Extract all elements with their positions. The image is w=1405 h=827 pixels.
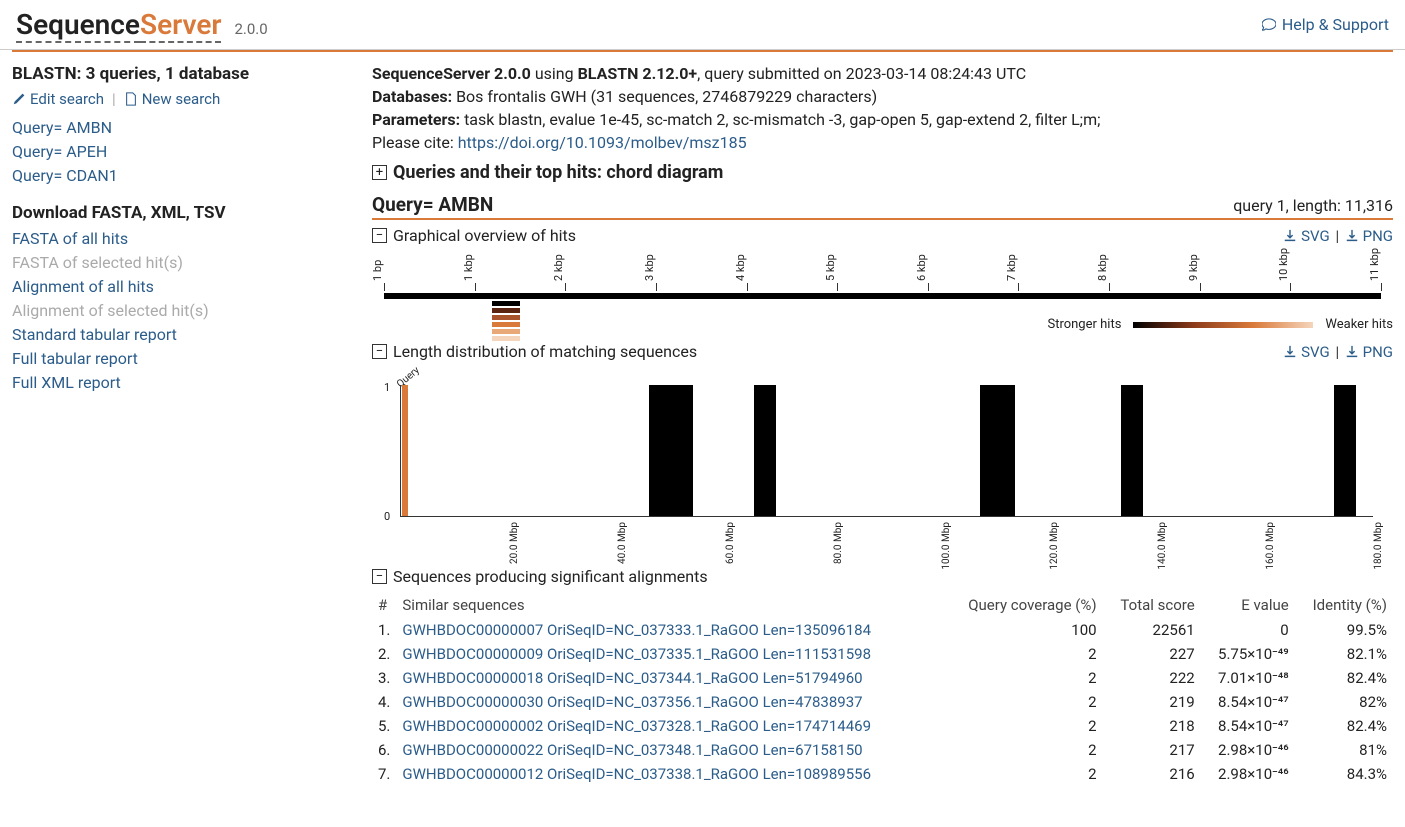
download-icon <box>1345 345 1359 359</box>
query-header: Query= AMBN query 1, length: 11,316 <box>372 193 1393 220</box>
hit-segment <box>492 322 520 327</box>
table-row: 6.GWHBDOC00000022 OriSeqID=NC_037348.1_R… <box>372 738 1393 762</box>
file-icon <box>124 92 138 106</box>
pencil-icon <box>12 92 26 106</box>
download-title: Download FASTA, XML, TSV <box>12 203 352 223</box>
hit-sequence-link[interactable]: GWHBDOC00000030 OriSeqID=NC_037356.1_RaG… <box>402 693 862 711</box>
main-container: BLASTN: 3 queries, 1 database Edit searc… <box>0 52 1405 786</box>
cite-link[interactable]: https://doi.org/10.1093/molbev/msz185 <box>458 133 747 152</box>
hit-segment <box>492 301 520 306</box>
help-support-label: Help & Support <box>1282 15 1389 34</box>
query-length-bar <box>402 385 408 516</box>
sidebar: BLASTN: 3 queries, 1 database Edit searc… <box>12 64 352 786</box>
hit-sequence-link[interactable]: GWHBDOC00000022 OriSeqID=NC_037348.1_RaG… <box>402 741 862 759</box>
graphical-download-links: SVG | PNG <box>1283 227 1393 245</box>
histogram-bar <box>649 385 671 516</box>
download-png-link[interactable]: PNG <box>1345 343 1393 361</box>
meta-databases: Databases: Bos frontalis GWH (31 sequenc… <box>372 87 1393 106</box>
meta-parameters: Parameters: task blastn, evalue 1e-45, s… <box>372 110 1393 129</box>
download-png-link[interactable]: PNG <box>1345 227 1393 245</box>
download-icon <box>1283 345 1297 359</box>
query-title: Query= AMBN <box>372 193 493 216</box>
collapse-icon[interactable]: − <box>372 228 387 243</box>
new-search-link[interactable]: New search <box>124 90 221 108</box>
hit-sequence-link[interactable]: GWHBDOC00000002 OriSeqID=NC_037328.1_RaG… <box>402 717 871 735</box>
download-link[interactable]: FASTA of all hits <box>12 229 352 248</box>
table-row: 2.GWHBDOC00000009 OriSeqID=NC_037335.1_R… <box>372 642 1393 666</box>
hit-sequence-link[interactable]: GWHBDOC00000007 OriSeqID=NC_037333.1_RaG… <box>402 621 871 639</box>
edit-search-link[interactable]: Edit search <box>12 90 104 108</box>
download-links: FASTA of all hits FASTA of selected hit(s… <box>12 229 352 392</box>
hit-segment <box>492 336 520 341</box>
download-svg-link[interactable]: SVG <box>1283 343 1329 361</box>
length-histogram: 1 0 Query 20.0 Mbp40.0 Mbp60.0 Mbp80.0 M… <box>372 367 1393 517</box>
download-link[interactable]: Alignment of all hits <box>12 277 352 296</box>
sidebar-title: BLASTN: 3 queries, 1 database <box>12 64 352 84</box>
hit-segment <box>492 308 520 313</box>
chord-section-header: + Queries and their top hits: chord diag… <box>372 162 1393 183</box>
query-link[interactable]: Query= CDAN1 <box>12 166 352 185</box>
download-svg-link[interactable]: SVG <box>1283 227 1329 245</box>
length-dist-download-links: SVG | PNG <box>1283 343 1393 361</box>
meta-cite: Please cite: https://doi.org/10.1093/mol… <box>372 133 1393 152</box>
download-link: Alignment of selected hit(s) <box>12 301 352 320</box>
download-link: FASTA of selected hit(s) <box>12 253 352 272</box>
logo-seq: Sequence <box>16 8 140 43</box>
graphical-overview-header: − Graphical overview of hits SVG | PNG <box>372 226 1393 245</box>
histogram-bar <box>1121 385 1143 516</box>
length-dist-header: − Length distribution of matching sequen… <box>372 342 1393 361</box>
histogram-plot: 20.0 Mbp40.0 Mbp60.0 Mbp80.0 Mbp100.0 Mb… <box>400 385 1373 517</box>
comment-icon <box>1262 18 1276 32</box>
histogram-bar <box>993 385 1015 516</box>
hit-sequence-link[interactable]: GWHBDOC00000012 OriSeqID=NC_037338.1_RaG… <box>402 765 871 783</box>
collapse-icon[interactable]: − <box>372 569 387 584</box>
table-row: 7.GWHBDOC00000012 OriSeqID=NC_037338.1_R… <box>372 762 1393 786</box>
hit-sequence-link[interactable]: GWHBDOC00000018 OriSeqID=NC_037344.1_RaG… <box>402 669 862 687</box>
histogram-bar <box>754 385 776 516</box>
table-row: 3.GWHBDOC00000018 OriSeqID=NC_037344.1_R… <box>372 666 1393 690</box>
query-bar <box>384 293 1381 299</box>
search-actions: Edit search | New search <box>12 90 352 108</box>
download-link[interactable]: Full XML report <box>12 373 352 392</box>
table-row: 5.GWHBDOC00000002 OriSeqID=NC_037328.1_R… <box>372 714 1393 738</box>
content: SequenceServer 2.0.0 using BLASTN 2.12.0… <box>372 64 1393 786</box>
app-header: SequenceServer 2.0.0 Help & Support <box>0 0 1405 50</box>
download-icon <box>1345 229 1359 243</box>
help-support-link[interactable]: Help & Support <box>1262 15 1389 34</box>
histogram-bar <box>1334 385 1356 516</box>
separator: | <box>112 90 116 108</box>
query-link[interactable]: Query= APEH <box>12 142 352 161</box>
hits-table-header-row: # Similar sequences Query coverage (%) T… <box>372 592 1393 618</box>
hit-segment <box>492 329 520 334</box>
query-info: query 1, length: 11,316 <box>1233 196 1393 215</box>
table-row: 4.GWHBDOC00000030 OriSeqID=NC_037356.1_R… <box>372 690 1393 714</box>
hits-stack <box>492 301 1393 341</box>
hits-table-header: − Sequences producing significant alignm… <box>372 567 1393 586</box>
hits-table: # Similar sequences Query coverage (%) T… <box>372 592 1393 786</box>
logo-version: 2.0.0 <box>234 20 267 38</box>
download-link[interactable]: Standard tabular report <box>12 325 352 344</box>
query-links: Query= AMBN Query= APEH Query= CDAN1 <box>12 118 352 185</box>
download-icon <box>1283 229 1297 243</box>
hit-segment <box>492 315 520 320</box>
expand-icon[interactable]: + <box>372 165 387 180</box>
graphical-overview: 1 bp1 kbp2 kbp3 kbp4 kbp5 kbp6 kbp7 kbp8… <box>372 251 1393 311</box>
logo-srv: Server <box>140 8 221 43</box>
download-link[interactable]: Full tabular report <box>12 349 352 368</box>
meta-program: SequenceServer 2.0.0 using BLASTN 2.12.0… <box>372 64 1393 83</box>
query-link[interactable]: Query= AMBN <box>12 118 352 137</box>
collapse-icon[interactable]: − <box>372 344 387 359</box>
table-row: 1.GWHBDOC00000007 OriSeqID=NC_037333.1_R… <box>372 618 1393 642</box>
histogram-bar <box>671 385 693 516</box>
logo: SequenceServer 2.0.0 <box>16 8 268 41</box>
hit-sequence-link[interactable]: GWHBDOC00000009 OriSeqID=NC_037335.1_RaG… <box>402 645 871 663</box>
